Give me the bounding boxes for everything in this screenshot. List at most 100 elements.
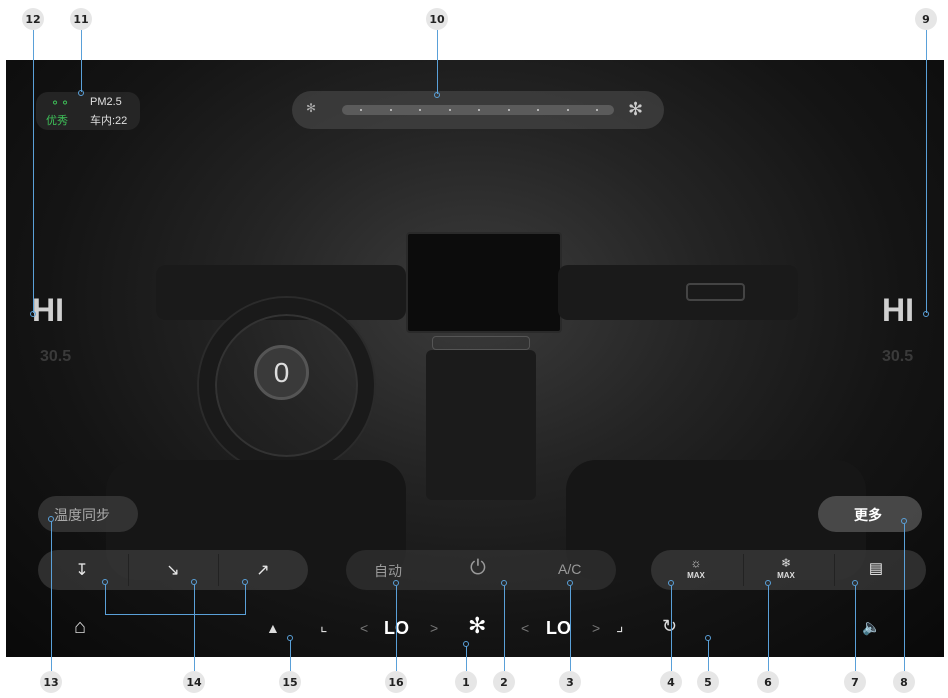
callout-6: 6 bbox=[757, 671, 779, 693]
callout-1: 1 bbox=[455, 671, 477, 693]
air-value: 车内:22 bbox=[90, 115, 128, 127]
air-rating: 优秀 bbox=[46, 115, 68, 127]
leader-14-bar bbox=[105, 614, 246, 615]
max-heat-button[interactable]: ☼ MAX bbox=[681, 556, 711, 581]
car-air-icon: ⚬⚬ bbox=[50, 96, 71, 110]
callout-16: 16 bbox=[385, 671, 407, 693]
leader-1 bbox=[466, 646, 467, 671]
right-seat-heat-icon[interactable]: ⌟ bbox=[616, 616, 624, 636]
left-level-decrease[interactable]: < bbox=[360, 620, 368, 636]
callout-10: 10 bbox=[426, 8, 448, 30]
callout-13: 13 bbox=[40, 671, 62, 693]
ac-button[interactable]: A/C bbox=[558, 561, 581, 577]
right-temp-value[interactable]: HI bbox=[882, 292, 914, 329]
callout-11: 11 bbox=[70, 8, 92, 30]
leader-dot-3 bbox=[567, 580, 573, 586]
fan-slider-track[interactable] bbox=[342, 105, 614, 115]
callout-3: 3 bbox=[559, 671, 581, 693]
max-cool-button[interactable]: ❄ MAX bbox=[771, 556, 801, 581]
fan-icon[interactable]: ✻ bbox=[468, 613, 486, 639]
fan-step-dot[interactable] bbox=[507, 109, 510, 111]
callout-14: 14 bbox=[183, 671, 205, 693]
console-vents bbox=[432, 336, 530, 350]
dashboard-right bbox=[558, 265, 798, 320]
front-defrost-icon[interactable]: ▲ bbox=[266, 620, 280, 636]
leader-10 bbox=[437, 30, 438, 94]
center-control-group: 自动 ⏻ A/C bbox=[346, 550, 616, 590]
leader-dot-14b bbox=[191, 579, 197, 585]
power-icon[interactable]: ⏻ bbox=[470, 557, 486, 580]
temp-sync-button[interactable]: 温度同步 bbox=[38, 496, 138, 532]
left-seat-heat-icon[interactable]: ⌞ bbox=[320, 616, 328, 636]
leader-dot-4 bbox=[668, 580, 674, 586]
leader-5 bbox=[708, 640, 709, 671]
air-recirculation-icon[interactable]: ↻ bbox=[662, 616, 677, 637]
fan-speed-slider[interactable]: ✻ ✻ bbox=[292, 91, 664, 129]
leader-dot-13 bbox=[48, 516, 54, 522]
leader-dot-1 bbox=[463, 641, 469, 647]
leader-13 bbox=[51, 521, 52, 671]
callout-8: 8 bbox=[893, 671, 915, 693]
leader-dot-8 bbox=[901, 518, 907, 524]
fan-step-dot[interactable] bbox=[419, 109, 421, 111]
home-icon[interactable]: ⌂ bbox=[74, 616, 86, 639]
rear-defrost-icon[interactable]: ▤ bbox=[861, 559, 891, 577]
air-quality-badge[interactable]: ⚬⚬ PM2.5 优秀 车内:22 bbox=[36, 92, 140, 130]
leader-dot-14c bbox=[242, 579, 248, 585]
max-control-group: ☼ MAX ❄ MAX ▤ bbox=[651, 550, 926, 590]
fan-low-icon: ✻ bbox=[306, 101, 317, 115]
leader-15 bbox=[290, 640, 291, 671]
right-level-value: LO bbox=[546, 618, 571, 638]
callout-15: 15 bbox=[279, 671, 301, 693]
temp-sync-label: 温度同步 bbox=[54, 507, 110, 523]
leader-12 bbox=[33, 30, 34, 313]
leader-9 bbox=[926, 30, 927, 313]
fan-step-dot[interactable] bbox=[537, 109, 539, 111]
callout-7: 7 bbox=[844, 671, 866, 693]
leader-dot-10 bbox=[434, 92, 440, 98]
leader-7 bbox=[855, 586, 856, 671]
more-button[interactable]: 更多 bbox=[818, 496, 922, 532]
right-level-decrease[interactable]: < bbox=[521, 620, 529, 636]
dash-vent bbox=[686, 283, 745, 301]
center-console bbox=[426, 350, 536, 500]
leader-4 bbox=[671, 586, 672, 671]
max-cool-label: MAX bbox=[777, 571, 795, 580]
seat-defrost-icon[interactable]: ↗ bbox=[243, 560, 283, 580]
fan-step-dot[interactable] bbox=[389, 109, 392, 111]
callout-9: 9 bbox=[915, 8, 937, 30]
auto-button[interactable]: 自动 bbox=[374, 561, 402, 581]
leader-dot-6 bbox=[765, 580, 771, 586]
snow-icon: ❄ bbox=[780, 556, 792, 570]
seat-face-icon[interactable]: ↧ bbox=[62, 560, 102, 580]
fan-step-dot[interactable] bbox=[448, 109, 451, 111]
leader-dot-16 bbox=[393, 580, 399, 586]
leader-14b bbox=[194, 584, 195, 614]
volume-icon[interactable]: 🔈 bbox=[862, 618, 881, 636]
callout-4: 4 bbox=[660, 671, 682, 693]
leader-11 bbox=[81, 30, 82, 92]
leader-dot-14a bbox=[102, 579, 108, 585]
leader-dot-12 bbox=[30, 311, 36, 317]
leader-dot-5 bbox=[705, 635, 711, 641]
right-temp-sub: 30.5 bbox=[882, 348, 914, 365]
leader-2 bbox=[504, 586, 505, 671]
pm25-label: PM2.5 bbox=[90, 96, 122, 108]
left-temp-value[interactable]: HI bbox=[32, 292, 64, 329]
fan-step-dot[interactable] bbox=[566, 109, 569, 111]
fan-high-icon: ✻ bbox=[628, 99, 644, 119]
leader-3 bbox=[570, 586, 571, 671]
leader-14c bbox=[245, 584, 246, 614]
fan-step-dot[interactable] bbox=[596, 109, 598, 111]
sun-icon: ☼ bbox=[690, 556, 702, 570]
right-level-increase[interactable]: > bbox=[592, 620, 600, 636]
callout-5: 5 bbox=[697, 671, 719, 693]
callout-2: 2 bbox=[493, 671, 515, 693]
seat-feet-icon[interactable]: ↘ bbox=[153, 560, 193, 580]
fan-step-dot[interactable] bbox=[478, 109, 480, 111]
leader-dot-15 bbox=[287, 635, 293, 641]
leader-6 bbox=[768, 586, 769, 671]
fan-step-dot[interactable] bbox=[360, 109, 362, 111]
climate-screen: 0 ⚬⚬ PM2.5 优秀 车内:22 ✻ ✻ HI 30.5 HI 30.5 … bbox=[6, 60, 944, 657]
left-level-increase[interactable]: > bbox=[430, 620, 438, 636]
